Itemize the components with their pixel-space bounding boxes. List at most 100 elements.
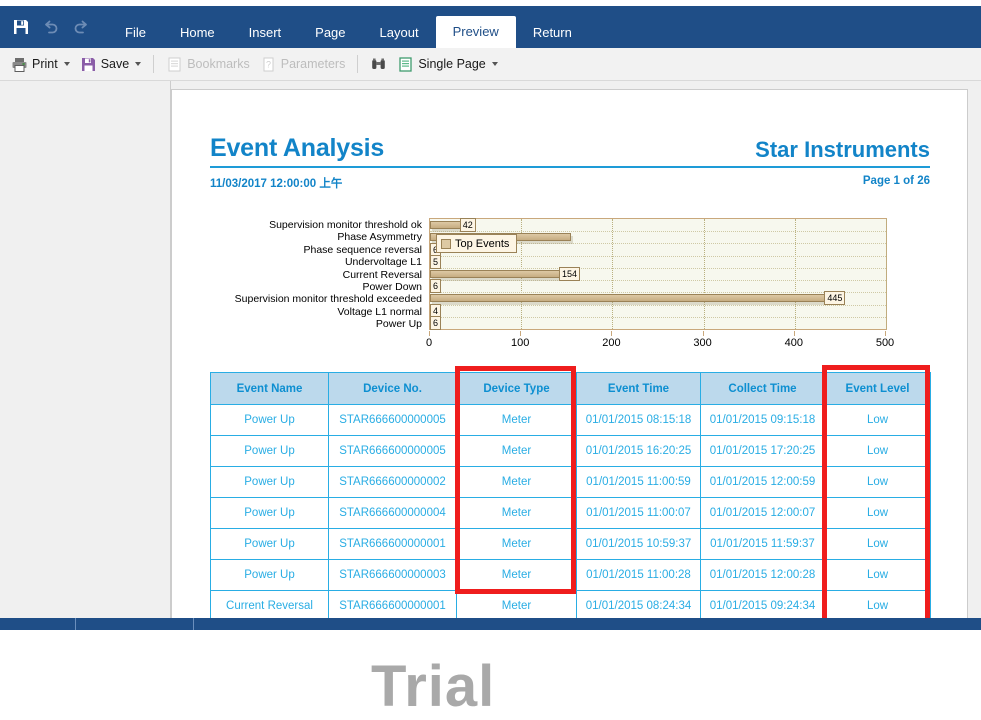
chart-category-label: Supervision monitor threshold exceeded [234,293,422,306]
table-row[interactable]: Power Up STAR666600000001 Meter 01/01/2015 … [210,528,931,560]
top-events-chart: Supervision monitor threshold ok Phase A… [210,218,930,351]
menu-item-home[interactable]: Home [163,18,232,48]
column-header-device-type[interactable]: Device Type [456,372,577,405]
header-divider [210,166,930,168]
view-mode-button[interactable]: Single Page [392,52,502,77]
print-button[interactable]: Print [6,52,75,77]
print-chevron-down-icon[interactable] [63,62,70,66]
cell-device-type: Meter [456,435,577,467]
menu-item-insert[interactable]: Insert [232,18,299,48]
column-header-event-time[interactable]: Event Time [576,372,701,405]
view-mode-chevron-down-icon[interactable] [491,62,498,66]
column-header-device-no[interactable]: Device No. [328,372,457,405]
chart-rowline [430,267,886,269]
table-row[interactable]: Power Up STAR666600000005 Meter 01/01/2015 … [210,404,931,436]
save-button[interactable]: Save [75,52,147,77]
menu-item-page[interactable]: Page [298,18,362,48]
chart-axis-tick [520,331,522,336]
cell-event-name: Power Up [210,404,329,436]
single-page-label: Single Page [418,57,486,71]
chart-rowline [430,255,886,257]
cell-device-type: Meter [456,528,577,560]
table-row[interactable]: Power Up STAR666600000005 Meter 01/01/2015 … [210,435,931,467]
cell-device-type: Meter [456,497,577,529]
cell-event-level: Low [824,559,931,591]
chart-value-label: 445 [824,291,846,306]
redo-icon[interactable] [66,12,96,42]
cell-event-time: 01/01/2015 11:00:59 [576,466,701,498]
legend-swatch [441,238,451,249]
chart-axis-tick-label: 500 [875,337,895,349]
table-row[interactable]: Current Reversal STAR666600000001 Meter 01/… [210,590,931,618]
chart-category-label: Voltage L1 normal [337,305,422,318]
table-row[interactable]: Power Up STAR666600000002 Meter 01/01/2015 … [210,466,931,498]
save-chevron-down-icon[interactable] [135,62,142,66]
chart-bar[interactable] [430,270,571,278]
cell-device-no: STAR666600000005 [328,404,457,436]
page-indicator: Page 1 of 26 [862,175,930,187]
cell-device-no: STAR666600000005 [328,435,457,467]
table-row[interactable]: Power Up STAR666600000003 Meter 01/01/2015 … [210,559,931,591]
cell-event-level: Low [824,435,931,467]
chart-value-label: 6 [430,279,442,294]
single-page-icon [397,56,414,73]
cell-event-level: Low [824,404,931,436]
chart-category-label: Phase sequence reversal [303,243,423,256]
chart-rowline [430,316,886,318]
company-name: Star Instruments [755,137,930,162]
chart-value-label: 5 [430,254,442,269]
bookmarks-label: Bookmarks [187,57,250,71]
menu-item-layout[interactable]: Layout [363,18,436,48]
cell-event-time: 01/01/2015 08:15:18 [576,404,701,436]
status-bar-tick [75,618,76,630]
chart-axis-tick-label: 100 [511,337,530,349]
chart-category-label: Undervoltage L1 [344,256,422,269]
chart-gridline [612,219,614,329]
report-header: Event Analysis Star Instruments 11/03/20… [210,134,930,191]
chart-value-label: 154 [558,267,580,281]
chart-rowline [430,292,886,294]
column-header-event-level[interactable]: Event Level [824,372,931,405]
cell-event-time: 01/01/2015 11:00:28 [576,559,701,591]
chart-axis-tick [611,331,613,336]
floppy-save-icon [80,56,97,73]
menu-item-preview[interactable]: Preview [435,16,516,48]
save-label: Save [100,57,130,71]
chart-value-label: 6 [430,315,442,330]
chart-bar[interactable] [430,294,836,303]
column-header-event-name[interactable]: Event Name [210,372,329,405]
chart-category-label: Power Down [362,280,422,293]
table-row[interactable]: Power Up STAR666600000004 Meter 01/01/2015 … [210,497,931,529]
undo-icon[interactable] [36,12,66,42]
report-page: Event Analysis Star Instruments 11/03/20… [171,89,968,618]
legend-label: Top Events [455,237,510,250]
cell-event-time: 01/01/2015 10:59:37 [576,528,701,560]
cell-device-type: Meter [456,590,577,618]
chart-axis-tick [429,331,430,336]
cell-event-time: 01/01/2015 11:00:07 [576,497,701,529]
printer-icon [11,56,28,73]
chart-x-axis: 0 100 200 300 400 500 [426,331,894,351]
chart-category-label: Phase Asymmetry [337,231,422,244]
save-icon[interactable] [6,12,36,42]
cell-collect-time: 01/01/2015 09:15:18 [700,404,825,436]
menu-item-file[interactable]: File [108,18,163,48]
table-header-row: Event Name Device No. Device Type Event … [210,372,931,405]
chart-gridline [794,219,796,329]
chart-legend: Top Events [436,234,518,253]
column-header-collect-time[interactable]: Collect Time [700,372,825,405]
table-body: Power Up STAR666600000005 Meter 01/01/2015 … [210,404,931,618]
chart-rowline [430,231,886,233]
menu-item-return[interactable]: Return [516,18,589,48]
chart-axis-tick-label: 400 [784,337,803,349]
chart-category-label: Power Up [375,318,422,330]
cell-collect-time: 01/01/2015 12:00:07 [700,497,825,529]
event-table: Event Name Device No. Device Type Event … [210,372,931,618]
cell-device-no: STAR666600000004 [328,497,457,529]
preview-workspace: Event Analysis Star Instruments 11/03/20… [0,81,981,719]
chart-axis-tick [793,331,795,336]
cell-device-no: STAR666600000001 [328,590,457,618]
find-button[interactable] [365,52,392,77]
cell-device-type: Meter [456,559,577,591]
chart-gridline [886,219,887,329]
